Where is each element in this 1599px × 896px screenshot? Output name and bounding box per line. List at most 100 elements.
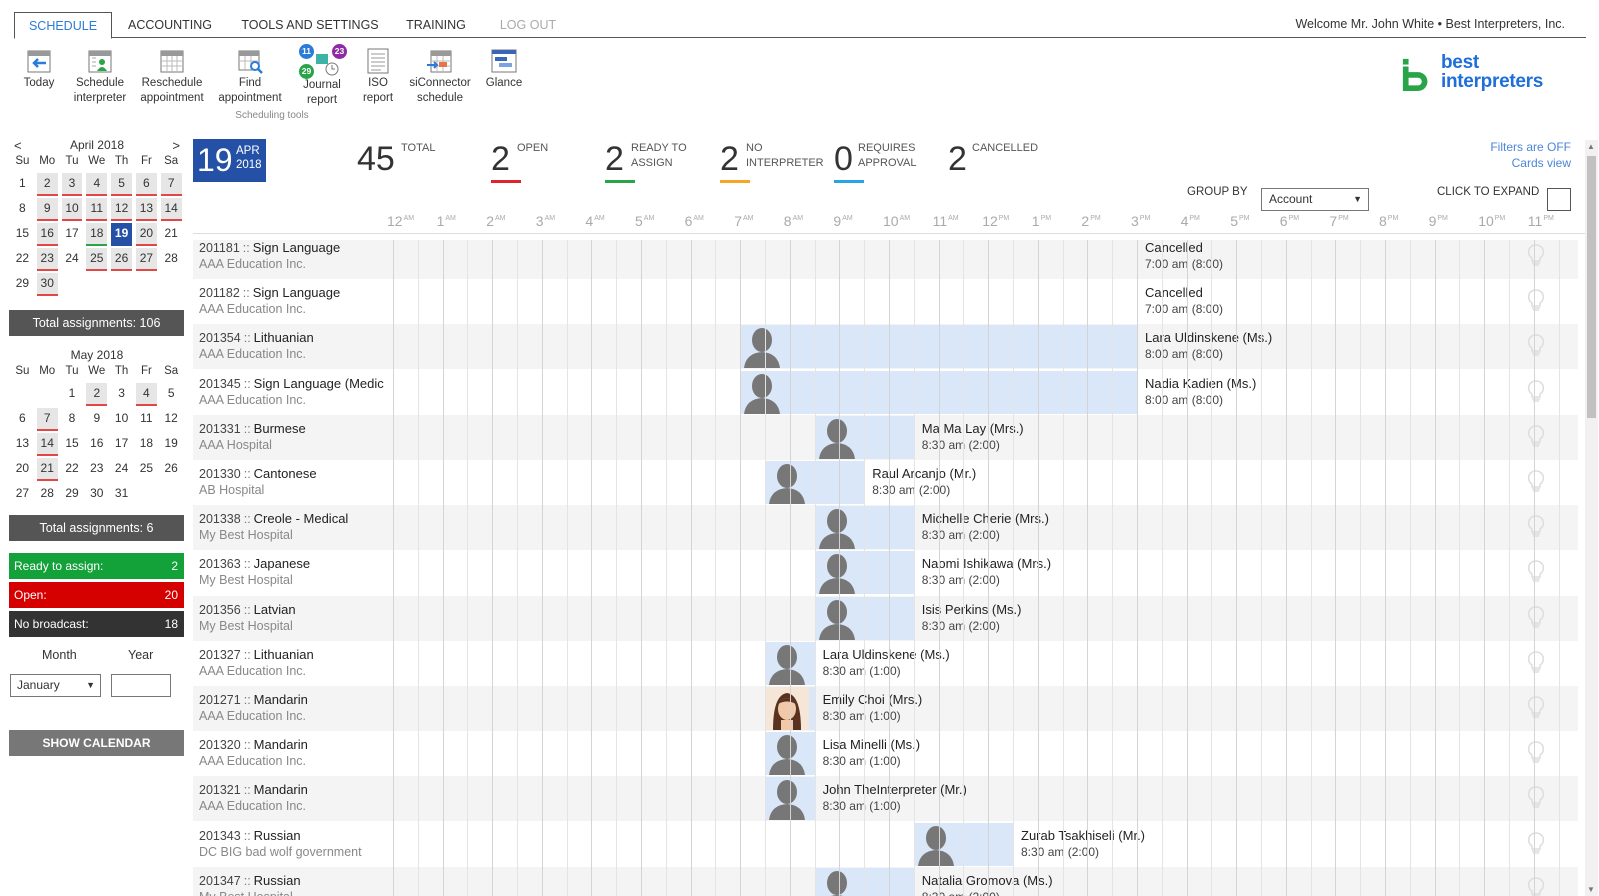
may-day-28[interactable]: 28 (37, 483, 58, 506)
find-appointment-button[interactable]: Find appointment (214, 48, 286, 106)
april-day-25[interactable]: 25 (86, 248, 108, 271)
lightbulb-icon[interactable] (1527, 786, 1545, 810)
assignment-row[interactable]: 201356:: Latvian My Best Hospital Isis Perk… (193, 595, 1578, 641)
glance-button[interactable]: Glance (484, 48, 524, 91)
april-day-16[interactable]: 16 (36, 223, 58, 246)
april-day-28[interactable]: 28 (161, 248, 182, 271)
tab-accounting[interactable]: ACCOUNTING (118, 12, 222, 38)
may-day-15[interactable]: 15 (62, 433, 83, 456)
april-day-4[interactable]: 4 (86, 173, 108, 196)
may-day-13[interactable]: 13 (12, 433, 33, 456)
may-day-24[interactable]: 24 (111, 458, 132, 481)
next-month-icon[interactable]: > (172, 138, 180, 153)
assignment-row[interactable]: 201330:: Cantonese AB Hospital Raul Arcanjo… (193, 460, 1578, 505)
april-day-13[interactable]: 13 (135, 198, 157, 221)
may-day-26[interactable]: 26 (161, 458, 182, 481)
assignment-row[interactable]: 201271:: Mandarin AAA Education Inc. Emily … (193, 686, 1578, 731)
may-day-7[interactable]: 7 (36, 408, 58, 431)
assignment-row[interactable]: 201363:: Japanese My Best Hospital Naomi Is… (193, 550, 1578, 595)
april-day-10[interactable]: 10 (61, 198, 83, 221)
april-day-17[interactable]: 17 (62, 223, 83, 246)
april-day-9[interactable]: 9 (36, 198, 58, 221)
may-day-8[interactable]: 8 (62, 408, 83, 431)
april-day-5[interactable]: 5 (111, 173, 132, 196)
lightbulb-icon[interactable] (1527, 470, 1545, 494)
april-day-26[interactable]: 26 (111, 248, 132, 271)
april-day-11[interactable]: 11 (86, 198, 108, 221)
may-day-31[interactable]: 31 (111, 483, 132, 506)
expand-checkbox[interactable] (1547, 188, 1571, 211)
assignment-row[interactable]: 201331:: Burmese AAA Hospital Ma Ma Lay (Mr… (193, 414, 1578, 460)
show-calendar-button[interactable]: SHOW CALENDAR (9, 730, 184, 756)
assignment-row[interactable]: 201354:: Lithuanian AAA Education Inc. Lara… (193, 324, 1578, 370)
assignment-row[interactable]: 201327:: Lithuanian AAA Education Inc. Lara… (193, 641, 1578, 686)
may-day-21[interactable]: 21 (36, 458, 58, 481)
month-select[interactable]: January ▼ (10, 674, 101, 697)
may-day-17[interactable]: 17 (111, 433, 132, 456)
may-day-3[interactable]: 3 (111, 383, 132, 406)
may-day-14[interactable]: 14 (36, 433, 58, 456)
april-day-7[interactable]: 7 (160, 173, 182, 196)
april-day-3[interactable]: 3 (61, 173, 83, 196)
lightbulb-icon[interactable] (1527, 379, 1545, 404)
lightbulb-icon[interactable] (1527, 696, 1545, 720)
lightbulb-icon[interactable] (1527, 289, 1545, 313)
april-day-2[interactable]: 2 (36, 173, 58, 196)
lightbulb-icon[interactable] (1527, 425, 1545, 449)
assignment-row[interactable]: 201343:: Russian DC BIG bad wolf governmen… (193, 822, 1578, 867)
assignment-row[interactable]: 201320:: Mandarin AAA Education Inc. Lisa M… (193, 731, 1578, 776)
april-day-19[interactable]: 19 (111, 223, 132, 246)
assignment-row[interactable]: 201181:: Sign Language AAA Education Inc. C… (193, 240, 1578, 279)
tab-schedule[interactable]: SCHEDULE (14, 12, 112, 39)
may-day-29[interactable]: 29 (62, 483, 83, 506)
may-day-27[interactable]: 27 (12, 483, 33, 506)
may-day-5[interactable]: 5 (161, 383, 182, 406)
tab-log-out[interactable]: LOG OUT (490, 12, 566, 38)
assignment-row[interactable]: 201321:: Mandarin AAA Education Inc. John T… (193, 776, 1578, 822)
may-day-19[interactable]: 19 (161, 433, 182, 456)
april-day-29[interactable]: 29 (12, 273, 33, 296)
scroll-up-icon[interactable]: ▲ (1587, 142, 1595, 151)
april-day-23[interactable]: 23 (36, 248, 58, 271)
may-day-22[interactable]: 22 (62, 458, 83, 481)
lightbulb-icon[interactable] (1527, 605, 1545, 630)
assignment-row[interactable]: 201182:: Sign Language AAA Education Inc. C… (193, 279, 1578, 324)
april-day-21[interactable]: 21 (161, 223, 182, 246)
may-day-30[interactable]: 30 (86, 483, 107, 506)
lightbulb-icon[interactable] (1527, 651, 1545, 675)
tab-training[interactable]: TRAINING (396, 12, 476, 38)
lightbulb-icon[interactable] (1527, 741, 1545, 765)
vertical-scrollbar[interactable]: ▲ ▼ (1585, 140, 1598, 896)
april-day-18[interactable]: 18 (86, 223, 108, 246)
may-day-11[interactable]: 11 (136, 408, 157, 431)
april-day-12[interactable]: 12 (111, 198, 132, 221)
scroll-down-icon[interactable]: ▼ (1587, 885, 1595, 894)
april-day-14[interactable]: 14 (160, 198, 182, 221)
lightbulb-icon[interactable] (1527, 560, 1545, 584)
may-day-12[interactable]: 12 (161, 408, 182, 431)
april-day-1[interactable]: 1 (12, 173, 33, 196)
april-day-22[interactable]: 22 (12, 248, 33, 271)
may-day-1[interactable]: 1 (62, 383, 83, 406)
prev-month-icon[interactable]: < (14, 138, 22, 153)
no-broadcast-stat[interactable]: No broadcast: 18 (9, 611, 184, 637)
open-stat[interactable]: Open: 20 (9, 582, 184, 608)
april-day-6[interactable]: 6 (135, 173, 157, 196)
assignment-row[interactable]: 201345:: Sign Language (Medic AAA Educatio… (193, 370, 1578, 415)
schedule-interpreter-button[interactable]: Schedule interpreter (68, 48, 132, 106)
tab-tools-and-settings[interactable]: TOOLS AND SETTINGS (236, 12, 384, 38)
filters-link[interactable]: Filters are OFF (1490, 139, 1571, 155)
siconnector-schedule-button[interactable]: siConnector schedule (406, 48, 474, 106)
group-by-select[interactable]: Account ▼ (1261, 188, 1369, 211)
april-day-15[interactable]: 15 (12, 223, 33, 246)
may-day-2[interactable]: 2 (86, 383, 108, 406)
may-day-25[interactable]: 25 (136, 458, 157, 481)
may-day-20[interactable]: 20 (12, 458, 33, 481)
today-button[interactable]: Today (20, 48, 58, 91)
may-day-18[interactable]: 18 (136, 433, 157, 456)
ready-to-assign-stat[interactable]: Ready to assign: 2 (9, 553, 184, 579)
lightbulb-icon[interactable] (1527, 831, 1545, 856)
april-day-8[interactable]: 8 (12, 198, 33, 221)
lightbulb-icon[interactable] (1527, 515, 1545, 539)
assignment-row[interactable]: 201347::RussianMy Best Hospital Natalia G… (193, 866, 1578, 896)
